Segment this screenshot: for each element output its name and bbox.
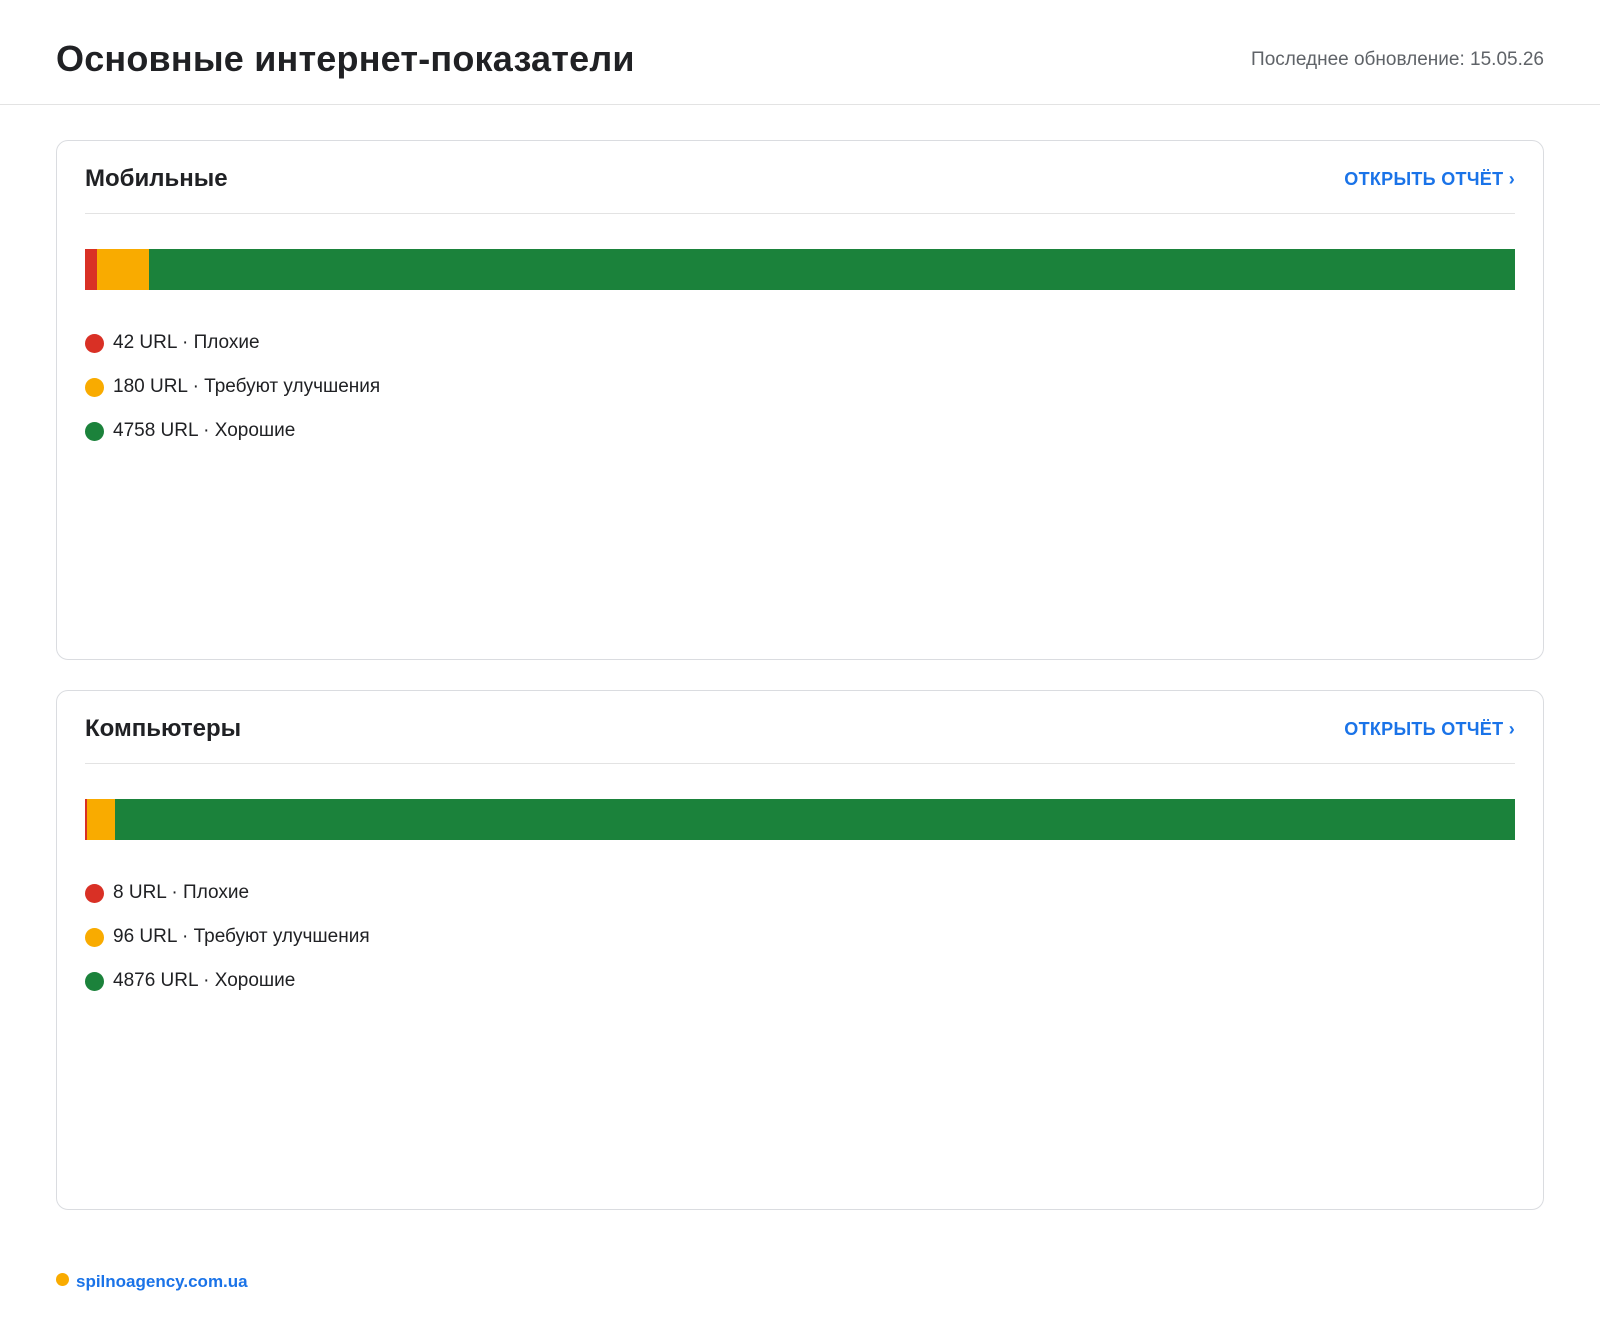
good-status-dot-icon [85, 421, 104, 441]
legend-mobile: 42 URL · Плохие 180 URL · Требуют улучше… [85, 321, 380, 453]
bar-segment-good [114, 799, 1515, 840]
legend-desktop: 8 URL · Плохие 96 URL · Требуют улучшени… [85, 871, 370, 1003]
bar-segment-needs-improvement [87, 799, 115, 840]
legend-item-poor: 8 URL · Плохие [85, 871, 370, 915]
open-report-link-desktop[interactable]: ОТКРЫТЬ ОТЧЁТ › [1344, 719, 1515, 740]
needs-improvement-status-dot-icon [85, 377, 104, 397]
legend-label: 42 URL · Плохие [113, 332, 260, 353]
open-report-link-mobile[interactable]: ОТКРЫТЬ ОТЧЁТ › [1344, 169, 1515, 190]
legend-label: 96 URL · Требуют улучшения [113, 926, 370, 947]
page-header: Основные интернет-показатели Последнее о… [0, 0, 1600, 105]
poor-status-dot-icon [85, 883, 104, 903]
footer: spilnoagency.com.ua [56, 1272, 248, 1292]
distribution-bar-mobile [85, 249, 1515, 290]
desktop-card: Компьютеры ОТКРЫТЬ ОТЧЁТ › 8 URL · Плохи… [56, 690, 1544, 1210]
legend-label: 4876 URL · Хорошие [113, 970, 296, 991]
card-header: Компьютеры ОТКРЫТЬ ОТЧЁТ › [85, 691, 1515, 764]
brand-dot-icon [56, 1272, 69, 1286]
good-status-dot-icon [85, 971, 104, 991]
legend-item-needs-improvement: 180 URL · Требуют улучшения [85, 365, 380, 409]
mobile-card: Мобильные ОТКРЫТЬ ОТЧЁТ › 42 URL · Плохи… [56, 140, 1544, 660]
legend-label: 180 URL · Требуют улучшения [113, 376, 381, 397]
legend-item-good: 4758 URL · Хорошие [85, 409, 380, 453]
legend-item-poor: 42 URL · Плохие [85, 321, 380, 365]
legend-item-good: 4876 URL · Хорошие [85, 959, 370, 1003]
bar-segment-needs-improvement [97, 249, 149, 290]
card-title-desktop: Компьютеры [85, 715, 242, 742]
page-title: Основные интернет-показатели [56, 38, 635, 79]
distribution-bar-desktop [85, 799, 1515, 840]
legend-item-needs-improvement: 96 URL · Требуют улучшения [85, 915, 370, 959]
bar-segment-good [148, 249, 1515, 290]
footer-site-link[interactable]: spilnoagency.com.ua [76, 1272, 248, 1292]
needs-improvement-status-dot-icon [85, 927, 104, 947]
legend-label: 8 URL · Плохие [113, 882, 250, 903]
bar-segment-poor [85, 249, 98, 290]
card-header: Мобильные ОТКРЫТЬ ОТЧЁТ › [85, 141, 1515, 214]
last-updated-text: Последнее обновление: 15.05.26 [1251, 49, 1544, 70]
card-title-mobile: Мобильные [85, 165, 228, 192]
poor-status-dot-icon [85, 333, 104, 353]
legend-label: 4758 URL · Хорошие [113, 420, 296, 441]
